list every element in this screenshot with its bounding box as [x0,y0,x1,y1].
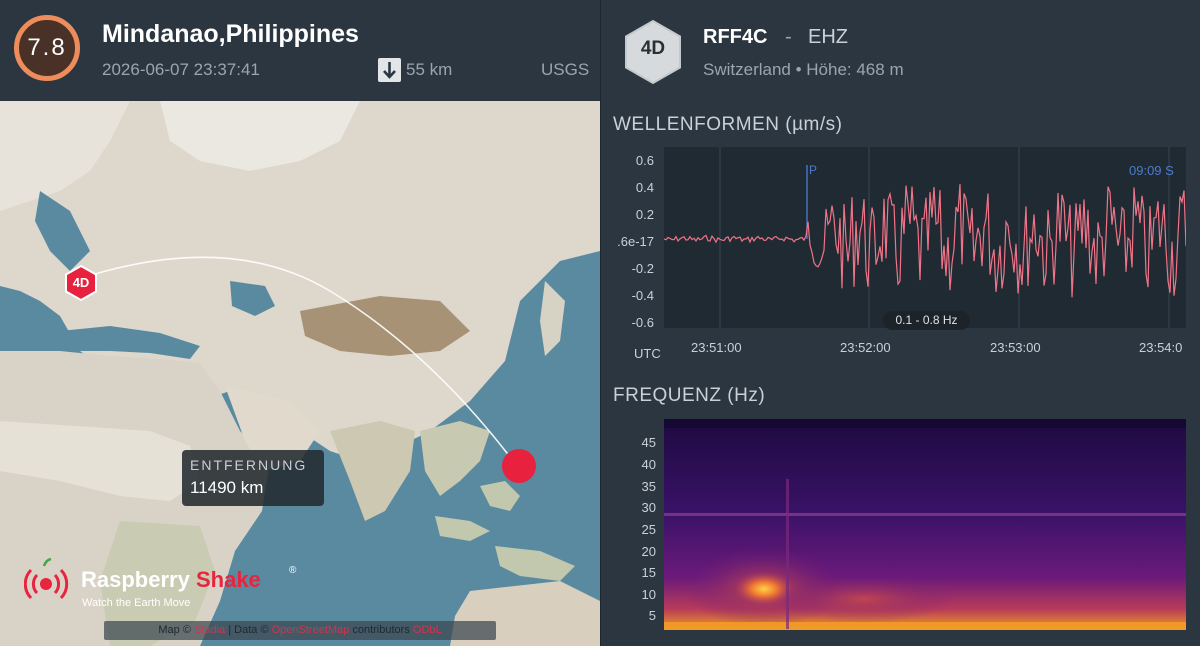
attribution-link-osm[interactable]: OpenStreetMap [272,624,350,636]
waveform-svg [664,147,1186,328]
magnitude-badge[interactable]: 7.8 [14,15,80,81]
logo-registered-mark: ® [289,565,297,576]
event-panel: 7.8 Mindanao,Philippines 2026-06-07 23:3… [0,0,600,646]
logo-tagline: Watch the Earth Move [82,597,191,609]
station-code[interactable]: RFF4C [703,26,767,49]
event-datetime: 2026-06-07 23:37:41 [102,60,260,79]
event-header: 7.8 Mindanao,Philippines 2026-06-07 23:3… [0,0,600,101]
station-location: Switzerland • Höhe: 468 m [703,60,904,79]
spectrogram-y-tick: 45 [641,435,656,450]
waveform-clock: 09:09 S [1129,163,1174,178]
waveform-plot[interactable] [664,147,1186,328]
station-badge-label: 4D [640,38,666,59]
spectrogram-y-tick: 30 [641,500,656,515]
waveform-y-tick: -0.2 [631,261,654,276]
waveform-x-tick: 23:53:00 [990,340,1041,355]
spectrogram-y-tick: 20 [641,544,656,559]
waveform-y-tick: 0.4 [635,180,654,195]
distance-box: ENTFERNUNG 11490 km [182,450,324,506]
waveform-y-tick: -0.4 [631,288,654,303]
logo-wordmark: Raspberry Shake [81,567,261,592]
event-depth: 55 km [406,60,453,79]
event-epicenter-marker[interactable] [502,449,536,483]
p-wave-marker: P [809,163,818,177]
waveform-y-tick: .6e-17 [617,234,654,249]
station-separator: - [785,26,792,48]
filter-badge[interactable]: 0.1 - 0.8 Hz [883,311,970,330]
waveform-y-tick: 0.6 [635,153,654,168]
spectrogram-y-tick: 40 [641,457,656,472]
world-map[interactable]: ENTFERNUNG 11490 km 4D Raspberry Shake ®… [0,101,600,646]
attribution-link-odbl[interactable]: ODbL [413,624,442,636]
spectrogram-y-tick: 5 [648,608,656,623]
waveform-y-tick: 0.2 [635,207,654,222]
waveform-utc-label: UTC [634,346,661,361]
map-attribution: Map © Stadia | Data © OpenStreetMap cont… [104,621,496,640]
station-marker-label: 4D [72,275,90,290]
spectrogram-y-tick: 10 [641,587,656,602]
distance-label: ENTFERNUNG [190,457,308,473]
waveform-x-tick: 23:52:00 [840,340,891,355]
spectrogram-title: FREQUENZ (Hz) [613,385,766,406]
spectrogram-y-tick: 25 [641,522,656,537]
waveform-x-tick: 23:51:00 [691,340,742,355]
spectrogram-y-tick: 15 [641,565,656,580]
raspberry-shake-logo-icon [24,557,69,600]
distance-value: 11490 km [190,478,264,497]
spectrogram-y-tick: 35 [641,479,656,494]
spectrogram-plot[interactable] [664,419,1186,630]
waveform-x-tick: 23:54:0 [1139,340,1183,355]
arrow-down-icon [378,58,401,82]
map-background [0,101,600,646]
attribution-link-stadia[interactable]: Stadia [194,624,225,636]
waveform-title: WELLENFORMEN (µm/s) [613,114,843,135]
waveform-y-tick: -0.6 [631,315,654,330]
event-source[interactable]: USGS [541,60,589,80]
station-channel[interactable]: EHZ [808,26,848,49]
event-location: Mindanao,Philippines [102,20,359,48]
spectrogram-svg [664,419,1186,630]
